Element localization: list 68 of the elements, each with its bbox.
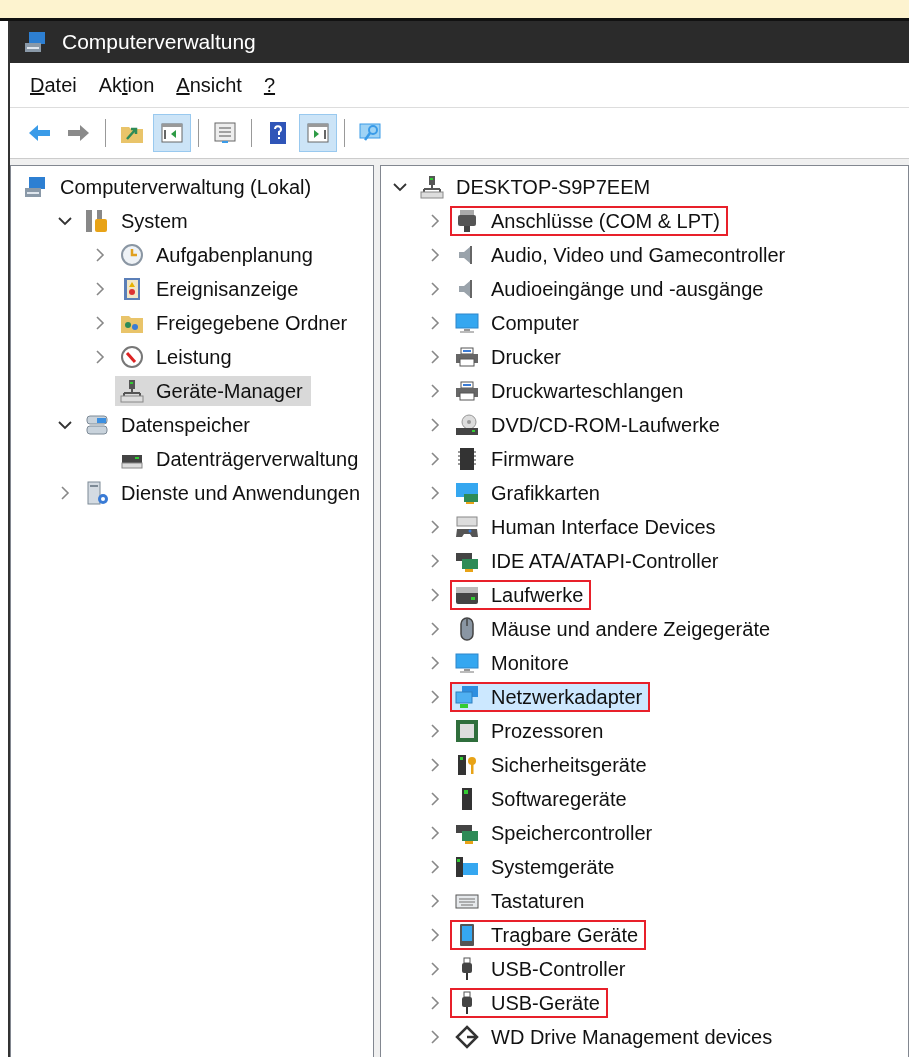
tree-item[interactable]: USB-Controller — [450, 954, 634, 984]
tree-item[interactable]: WD Drive Management devices — [450, 1022, 781, 1052]
console-tree-button[interactable] — [153, 114, 191, 152]
tree-item[interactable]: Netzwerkadapter — [450, 682, 651, 712]
disc-drive-icon — [455, 413, 479, 437]
tree-item[interactable]: Firmware — [450, 444, 583, 474]
printer-icon — [455, 345, 479, 369]
tree-item[interactable]: Druckwarteschlangen — [450, 376, 692, 406]
tree-item[interactable]: Audioeingänge und -ausgänge — [450, 274, 772, 304]
tree-item[interactable]: Drucker — [450, 342, 569, 372]
printer-icon — [455, 379, 479, 403]
menu-item[interactable]: Ansicht — [168, 69, 250, 101]
network-tree-icon — [420, 175, 444, 199]
tree-item[interactable]: Aufgabenplanung — [115, 240, 321, 270]
tree-item[interactable]: USB-Geräte — [450, 988, 608, 1018]
processor-icon — [455, 719, 479, 743]
tree-item[interactable]: Datenträgerverwaltung — [115, 444, 367, 474]
tree-item[interactable]: Speichercontroller — [450, 818, 661, 848]
action-pane-button[interactable] — [299, 114, 337, 152]
connector-icon — [455, 209, 479, 233]
tree-item[interactable]: Sicherheitsgeräte — [450, 750, 655, 780]
action-pane-icon — [306, 121, 330, 145]
tree-item[interactable]: Ereignisanzeige — [115, 274, 307, 304]
system-icon — [455, 855, 479, 879]
tree-item[interactable]: DVD/CD-ROM-Laufwerke — [450, 410, 728, 440]
menu-item[interactable]: ? — [255, 69, 284, 101]
window-title: Computerverwaltung — [62, 30, 256, 54]
clock-icon — [120, 243, 144, 267]
gamepad-keyboard-icon — [455, 515, 479, 539]
tree-item[interactable]: Monitore — [450, 648, 577, 678]
computer-icon — [24, 175, 48, 199]
tree-item[interactable]: System — [80, 206, 196, 236]
properties-icon — [213, 121, 237, 145]
graphics-card-icon — [455, 481, 479, 505]
network-icon — [455, 685, 479, 709]
tree-item[interactable]: Laufwerke — [450, 580, 592, 610]
tree-item[interactable]: Mäuse und andere Zeigegeräte — [450, 614, 779, 644]
tree-item[interactable]: Anschlüsse (COM & LPT) — [450, 206, 728, 236]
tree-item[interactable]: Systemgeräte — [450, 852, 623, 882]
network-tree-icon — [120, 379, 144, 403]
menu-item[interactable]: Aktion — [90, 69, 163, 101]
tree-item[interactable]: Datenspeicher — [80, 410, 258, 440]
tree-item[interactable]: Human Interface Devices — [450, 512, 724, 542]
console-tree-icon — [160, 121, 184, 145]
monitor-icon — [455, 651, 479, 675]
tree-item[interactable]: Tastaturen — [450, 886, 593, 916]
menu-item[interactable]: Datei — [22, 69, 85, 101]
server-gear-icon — [85, 481, 109, 505]
key-device-icon — [455, 753, 479, 777]
tools-icon — [85, 209, 109, 233]
tree-item[interactable]: Dienste und Anwendungen — [80, 478, 369, 508]
gauge-icon — [120, 345, 144, 369]
tree-item[interactable]: DESKTOP-S9P7EEM — [415, 172, 659, 202]
tree-item[interactable]: Computer — [450, 308, 587, 338]
tree-item[interactable]: Leistung — [115, 342, 240, 372]
chip-icon — [455, 447, 479, 471]
tree-item[interactable]: Freigegebene Ordner — [115, 308, 356, 338]
tree-item[interactable]: Softwaregeräte — [450, 784, 635, 814]
tree-item[interactable]: Audio, Video und Gamecontroller — [450, 240, 794, 270]
tree-item[interactable]: Computerverwaltung (Lokal) — [19, 172, 320, 202]
tree-item[interactable]: Grafikkarten — [450, 478, 608, 508]
tree-item[interactable]: Tragbare Geräte — [450, 920, 647, 950]
diamond-icon — [455, 1025, 479, 1049]
monitor-icon — [455, 311, 479, 335]
tree-item[interactable]: Prozessoren — [450, 716, 612, 746]
storage-icon — [85, 413, 109, 437]
tree-item[interactable]: Geräte-Manager — [115, 376, 311, 406]
tree-item[interactable]: IDE ATA/ATAPI-Controller — [450, 546, 727, 576]
